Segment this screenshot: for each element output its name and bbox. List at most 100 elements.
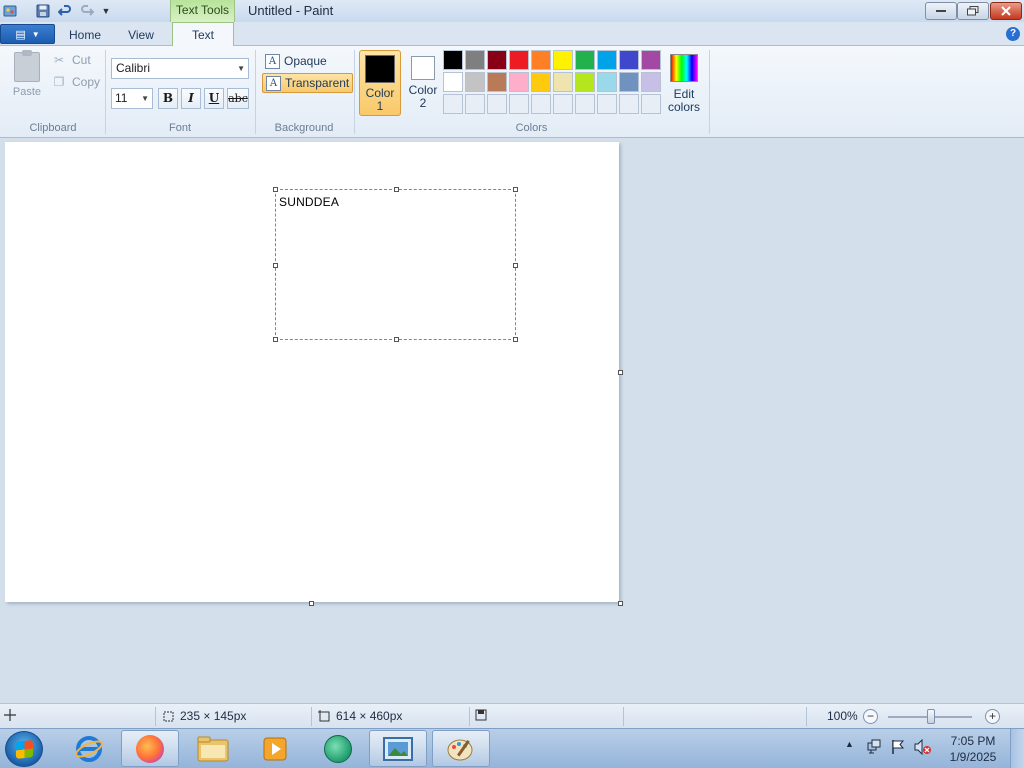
resize-handle[interactable] (273, 187, 278, 192)
separator (311, 707, 312, 726)
strikethrough-button[interactable]: abc (227, 88, 249, 109)
zoom-slider-thumb[interactable] (927, 709, 935, 724)
palette-color-swatch[interactable] (509, 72, 529, 92)
cut-label: Cut (72, 53, 91, 67)
palette-color-swatch[interactable] (553, 50, 573, 70)
custom-color-slot[interactable] (509, 94, 529, 114)
palette-color-swatch[interactable] (487, 72, 507, 92)
selection-icon (163, 711, 174, 722)
cut-button[interactable]: ✂ Cut (52, 53, 91, 67)
palette-color-swatch[interactable] (597, 72, 617, 92)
volume-muted-icon[interactable] (914, 738, 932, 758)
color-spectrum-icon (670, 54, 698, 82)
edit-colors-line2: colors (667, 100, 700, 114)
custom-color-slot[interactable] (443, 94, 463, 114)
resize-handle[interactable] (273, 337, 278, 342)
undo-icon[interactable] (56, 2, 74, 20)
palette-color-swatch[interactable] (443, 72, 463, 92)
palette-color-swatch[interactable] (641, 72, 661, 92)
canvas-resize-handle-right[interactable] (618, 370, 623, 375)
color2-button[interactable]: Color 2 (402, 50, 444, 116)
show-hidden-icons-icon[interactable]: ▲ (845, 739, 854, 749)
custom-color-slot[interactable] (619, 94, 639, 114)
separator (255, 50, 256, 134)
paint-menu-button[interactable]: ▤ ▼ (0, 24, 55, 44)
tab-view[interactable]: View (117, 25, 165, 46)
palette-color-swatch[interactable] (465, 72, 485, 92)
paint-icon[interactable] (432, 730, 490, 767)
palette-color-swatch[interactable] (465, 50, 485, 70)
font-size-select[interactable]: 11 ▼ (111, 88, 153, 109)
system-clock[interactable]: 7:05 PM 1/9/2025 (944, 733, 1002, 765)
custom-color-slot[interactable] (487, 94, 507, 114)
resize-handle[interactable] (513, 263, 518, 268)
action-center-flag-icon[interactable] (890, 739, 906, 758)
tab-text[interactable]: Text (172, 22, 234, 47)
canvas-workspace[interactable]: SUNDDEA (0, 139, 1024, 703)
resize-handle[interactable] (394, 337, 399, 342)
media-player-icon[interactable] (246, 730, 304, 767)
text-tools-context-label: Text Tools (170, 0, 235, 22)
tab-home[interactable]: Home (60, 25, 110, 46)
restore-button[interactable] (957, 2, 989, 20)
palette-color-swatch[interactable] (597, 50, 617, 70)
resize-handle[interactable] (394, 187, 399, 192)
palette-color-swatch[interactable] (641, 50, 661, 70)
font-family-select[interactable]: Calibri ▼ (111, 58, 249, 79)
media-center-icon[interactable] (309, 730, 367, 767)
zoom-in-button[interactable]: + (985, 709, 1000, 724)
palette-color-swatch[interactable] (443, 50, 463, 70)
custom-color-slot[interactable] (597, 94, 617, 114)
palette-color-swatch[interactable] (575, 72, 595, 92)
bold-button[interactable]: B (158, 88, 178, 109)
taskbar: ▲ 7:05 PM 1/9/2025 (0, 728, 1024, 768)
custom-color-slot[interactable] (531, 94, 551, 114)
copy-button[interactable]: ❐ Copy (52, 75, 100, 89)
canvas-resize-handle-corner[interactable] (618, 601, 623, 606)
custom-color-slot[interactable] (553, 94, 573, 114)
image-size: 614 × 460px (318, 709, 402, 723)
palette-color-swatch[interactable] (531, 50, 551, 70)
firefox-icon[interactable] (121, 730, 179, 767)
palette-color-swatch[interactable] (619, 50, 639, 70)
canvas-resize-handle-bottom[interactable] (309, 601, 314, 606)
custom-color-slot[interactable] (575, 94, 595, 114)
custom-color-slot[interactable] (641, 94, 661, 114)
start-button[interactable] (5, 731, 43, 767)
text-box-content[interactable]: SUNDDEA (279, 195, 339, 209)
palette-color-swatch[interactable] (509, 50, 529, 70)
edit-colors-button[interactable]: Edit colors (666, 54, 702, 114)
transparent-button[interactable]: A Transparent (262, 73, 354, 93)
customize-dropdown-icon[interactable]: ▼ (97, 2, 115, 20)
paint-app-icon[interactable] (1, 2, 19, 20)
text-box[interactable]: SUNDDEA (273, 187, 518, 342)
background-group-label: Background (274, 122, 334, 134)
redo-icon[interactable] (78, 2, 96, 20)
save-icon[interactable] (34, 2, 52, 20)
palette-color-swatch[interactable] (619, 72, 639, 92)
close-button[interactable] (990, 2, 1022, 20)
minimize-button[interactable] (925, 2, 957, 20)
file-explorer-icon[interactable] (184, 730, 242, 767)
palette-color-swatch[interactable] (553, 72, 573, 92)
opaque-label: Opaque (284, 54, 327, 68)
resize-handle[interactable] (513, 337, 518, 342)
internet-explorer-icon[interactable] (60, 730, 118, 767)
help-icon[interactable]: ? (1006, 27, 1020, 41)
palette-color-swatch[interactable] (575, 50, 595, 70)
resize-handle[interactable] (273, 263, 278, 268)
underline-button[interactable]: U (204, 88, 224, 109)
opaque-button[interactable]: A Opaque (262, 51, 330, 71)
photo-viewer-icon[interactable] (369, 730, 427, 767)
show-desktop-button[interactable] (1010, 729, 1024, 768)
palette-color-swatch[interactable] (487, 50, 507, 70)
network-icon[interactable] (866, 739, 882, 758)
paste-button[interactable]: Paste (8, 50, 46, 102)
resize-handle[interactable] (513, 187, 518, 192)
italic-button[interactable]: I (181, 88, 201, 109)
drawing-canvas[interactable]: SUNDDEA (5, 142, 619, 602)
custom-color-slot[interactable] (465, 94, 485, 114)
zoom-out-button[interactable]: − (863, 709, 878, 724)
palette-color-swatch[interactable] (531, 72, 551, 92)
color1-button[interactable]: Color 1 (359, 50, 401, 116)
